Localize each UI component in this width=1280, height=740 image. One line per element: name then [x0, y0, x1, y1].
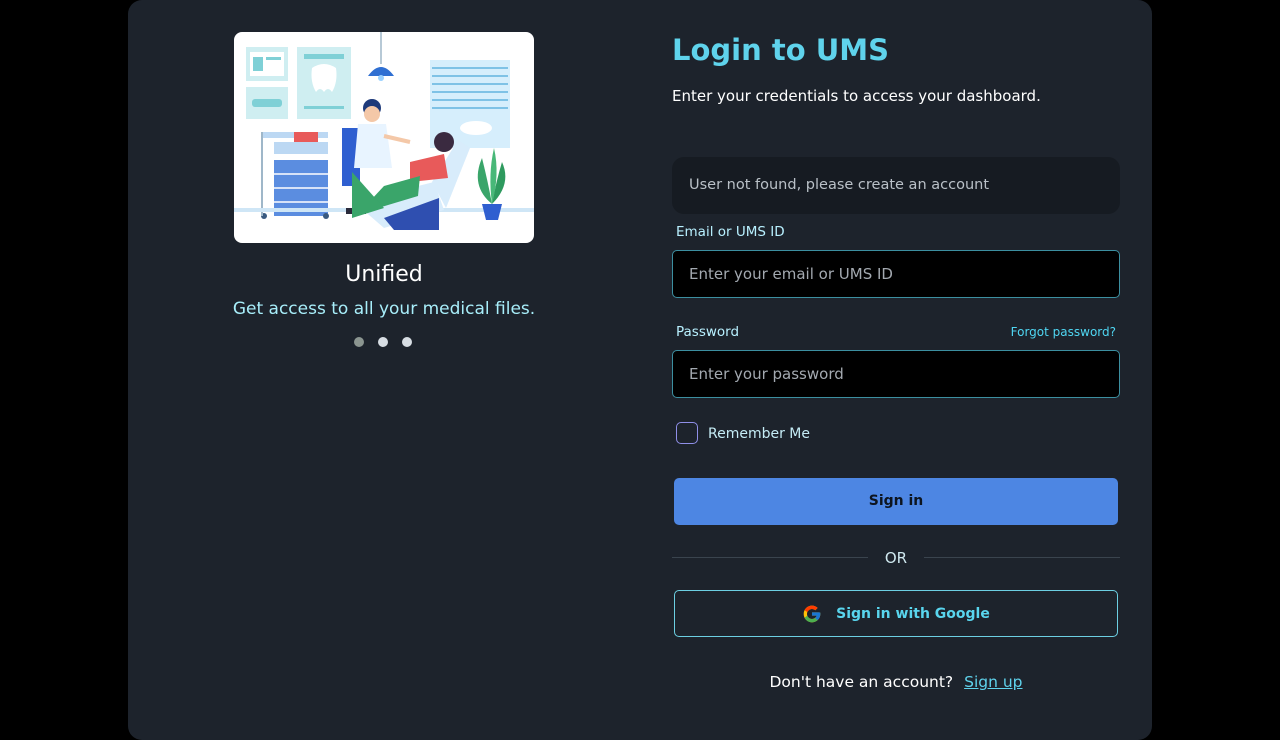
slider-dot-2[interactable]	[378, 337, 388, 347]
remember-me-label[interactable]: Remember Me	[708, 426, 810, 442]
slider-dot-1[interactable]	[354, 337, 364, 347]
google-sign-in-label: Sign in with Google	[836, 605, 990, 622]
sign-in-button[interactable]: Sign in	[674, 478, 1118, 525]
login-card: Unified Get access to all your medical f…	[128, 0, 1152, 740]
slider-dots	[354, 337, 412, 347]
email-label: Email or UMS ID	[676, 224, 785, 240]
page-subtitle: Enter your credentials to access your da…	[672, 87, 1041, 105]
signup-prompt-text: Don't have an account?	[769, 673, 954, 691]
password-input[interactable]	[672, 350, 1120, 398]
slide-title: Unified	[345, 262, 423, 287]
slider-dot-3[interactable]	[402, 337, 412, 347]
slide-subtitle: Get access to all your medical files.	[232, 299, 536, 319]
password-label: Password	[676, 324, 740, 340]
forgot-password-link[interactable]: Forgot password?	[1011, 325, 1116, 339]
error-alert: User not found, please create an account	[672, 157, 1120, 214]
signup-prompt: Don't have an account? Sign up	[672, 673, 1120, 691]
remember-me-checkbox[interactable]	[676, 422, 698, 444]
page-title: Login to UMS	[672, 33, 890, 67]
or-separator: OR	[884, 549, 908, 567]
email-input[interactable]	[672, 250, 1120, 298]
google-icon	[802, 604, 822, 624]
google-sign-in-button[interactable]: Sign in with Google	[674, 590, 1118, 637]
sign-up-link[interactable]: Sign up	[964, 673, 1022, 691]
dentist-illustration	[234, 32, 534, 243]
